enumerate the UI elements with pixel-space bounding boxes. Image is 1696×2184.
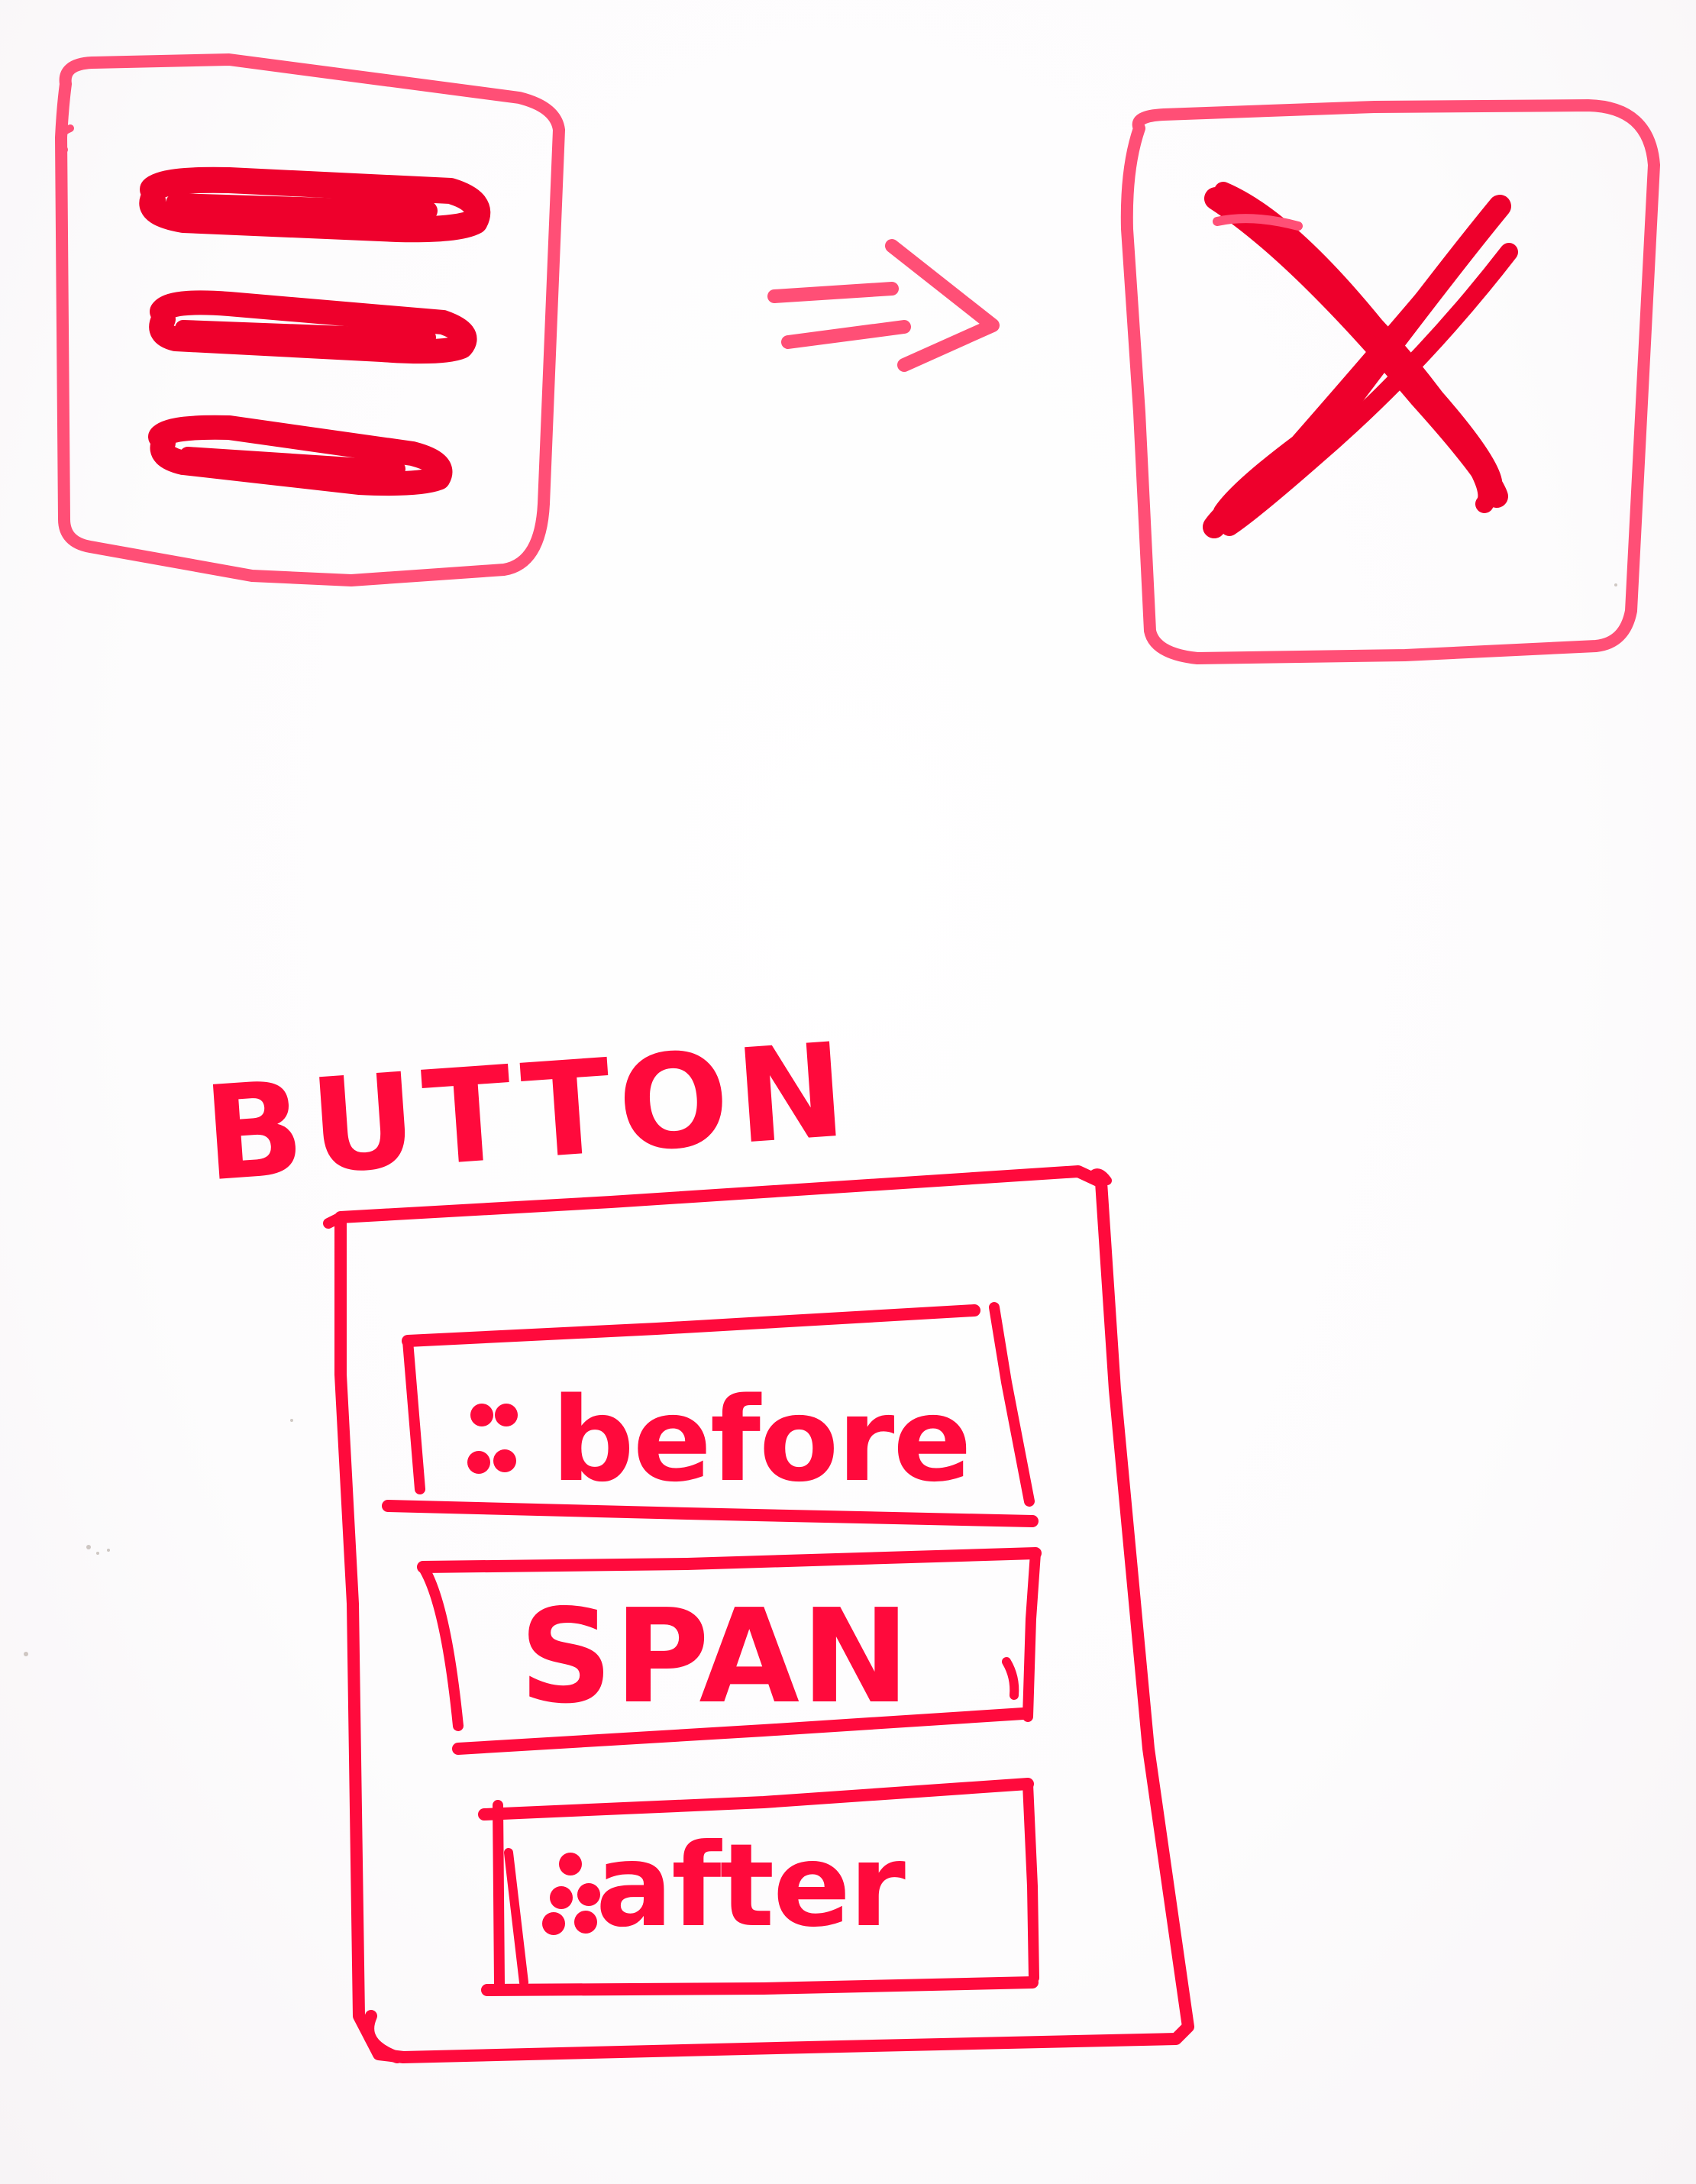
double-arrow-right-icon [767, 239, 1000, 372]
before-double-colon [467, 1404, 518, 1477]
hamburger-menu-icon [55, 53, 565, 586]
after-double-colon [539, 1853, 603, 1935]
after-label: after [596, 1820, 906, 1953]
span-label: SPAN [519, 1581, 912, 1733]
close-x-icon [1120, 99, 1660, 664]
before-label: before [551, 1372, 971, 1507]
